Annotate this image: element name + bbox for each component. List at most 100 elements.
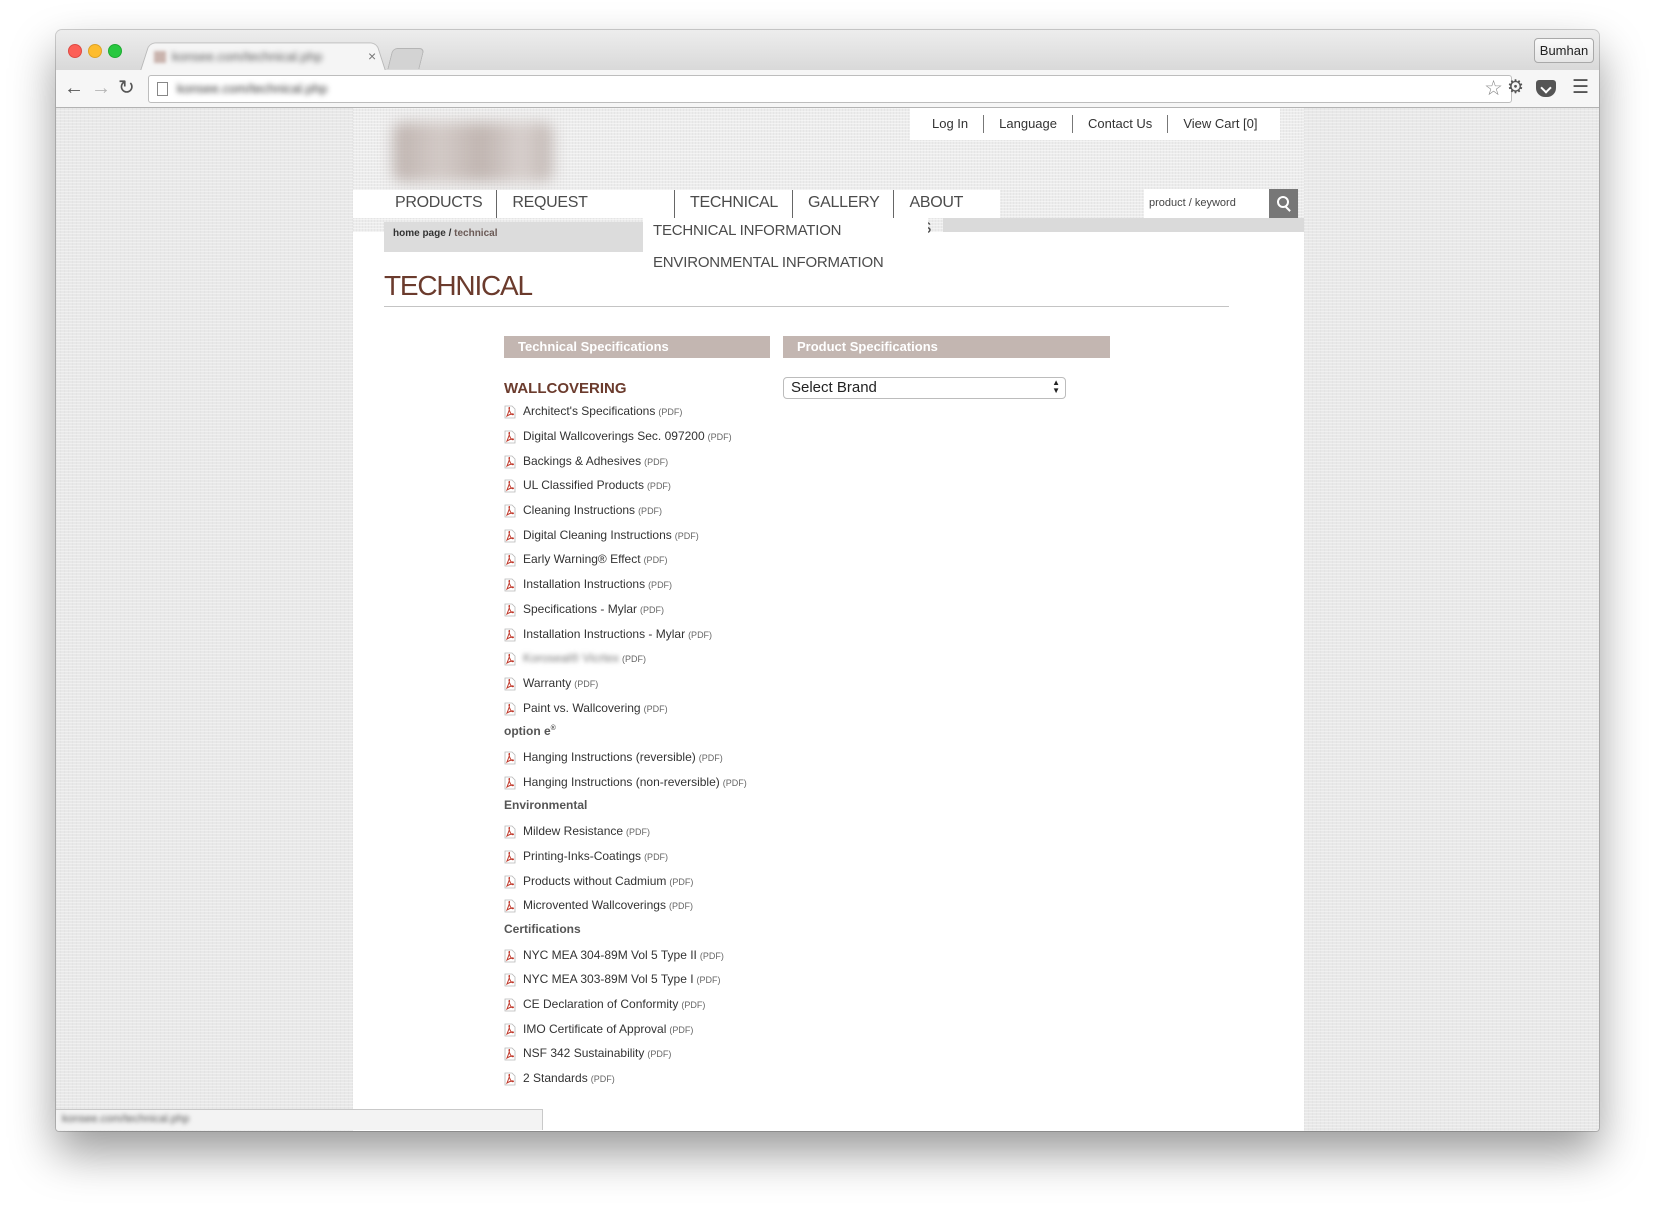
nav-strip — [943, 218, 1304, 232]
pdf-icon — [504, 1023, 516, 1037]
nav-about-us[interactable]: ABOUT US — [893, 190, 1000, 237]
breadcrumb: home page / technical — [384, 222, 644, 252]
doc-name[interactable]: UL Classified Products (PDF) — [523, 478, 671, 492]
doc-name[interactable]: Warranty (PDF) — [523, 676, 598, 690]
doc-name[interactable]: Early Warning® Effect (PDF) — [523, 552, 668, 566]
pdf-icon — [504, 776, 516, 790]
doc-title: IMO Certificate of Approval — [523, 1021, 667, 1036]
browser-tab-content[interactable]: konsee.com/technical.php × — [146, 46, 378, 68]
doc-title: Backings & Adhesives — [523, 453, 642, 468]
product-specifications-header: Product Specifications — [783, 336, 1110, 358]
forward-arrow-icon[interactable]: → — [91, 76, 111, 100]
close-window-button[interactable] — [68, 44, 82, 58]
dropdown-environmental-information[interactable]: ENVIRONMENTAL INFORMATION — [653, 254, 884, 271]
select-brand-value: Select Brand — [791, 379, 877, 396]
doc-name[interactable]: Specifications - Mylar (PDF) — [523, 602, 664, 616]
doc-name[interactable]: NYC MEA 303-89M Vol 5 Type I (PDF) — [523, 972, 721, 986]
contact-link[interactable]: Contact Us — [1072, 115, 1167, 133]
doc-name[interactable]: NSF 342 Sustainability (PDF) — [523, 1046, 671, 1060]
doc-name[interactable]: Koroseal® Vicrtex (PDF) — [523, 651, 646, 665]
doc-title: CE Declaration of Conformity — [523, 997, 679, 1011]
nav-technical[interactable]: TECHNICAL — [674, 190, 792, 218]
pdf-tag: (PDF) — [707, 431, 732, 442]
pdf-icon — [504, 702, 516, 715]
doc-name[interactable]: IMO Certificate of Approval (PDF) — [523, 1022, 693, 1036]
pdf-tag: (PDF) — [646, 481, 671, 492]
doc-name[interactable]: Installation Instructions (PDF) — [523, 577, 672, 591]
back-arrow-icon[interactable]: ← — [64, 76, 84, 100]
pdf-icon — [504, 529, 516, 543]
doc-name[interactable]: Hanging Instructions (reversible) (PDF) — [523, 750, 723, 764]
pdf-icon — [504, 652, 516, 666]
pdf-tag: (PDF) — [648, 580, 673, 591]
nav-gallery[interactable]: GALLERY — [792, 190, 893, 218]
doc-name[interactable]: 2 Standards (PDF) — [523, 1071, 615, 1085]
tab-close-icon[interactable]: × — [368, 48, 376, 64]
pdf-icon — [504, 998, 516, 1012]
pdf-icon — [504, 899, 516, 913]
doc-name[interactable]: Installation Instructions - Mylar (PDF) — [523, 627, 712, 641]
pdf-tag: (PDF) — [674, 530, 699, 541]
pdf-icon — [504, 479, 516, 493]
page-icon — [157, 82, 168, 96]
search-icon[interactable] — [1269, 189, 1298, 218]
doc-name[interactable]: Products without Cadmium (PDF) — [523, 874, 693, 888]
doc-name[interactable]: Cleaning Instructions (PDF) — [523, 503, 662, 517]
doc-title: Specifications - Mylar — [523, 601, 638, 616]
url-text: konsee.com/technical.php — [177, 81, 328, 96]
doc-name[interactable]: Backings & Adhesives (PDF) — [523, 454, 668, 468]
view-cart-link[interactable]: View Cart [0] — [1167, 115, 1272, 133]
doc-name[interactable]: Mildew Resistance (PDF) — [523, 824, 650, 838]
pdf-tag: (PDF) — [688, 629, 713, 640]
doc-title: Printing-Inks-Coatings — [523, 848, 642, 863]
pdf-icon — [504, 751, 516, 765]
doc-name[interactable]: CE Declaration of Conformity (PDF) — [523, 997, 705, 1011]
select-arrows-icon: ▲ ▼ — [1052, 378, 1060, 395]
doc-name[interactable]: Architect's Specifications (PDF) — [523, 404, 682, 418]
select-brand-dropdown[interactable]: Select Brand ▲ ▼ — [783, 377, 1066, 399]
star-icon[interactable]: ☆ — [1484, 76, 1503, 102]
pdf-icon — [504, 430, 516, 444]
page-title: TECHNICAL — [384, 270, 533, 301]
search-box — [1144, 189, 1269, 218]
login-link[interactable]: Log In — [917, 115, 983, 133]
pdf-tag: (PDF) — [622, 654, 646, 665]
reload-icon[interactable]: ↻ — [118, 76, 135, 100]
search-input[interactable] — [1144, 189, 1267, 216]
menu-icon[interactable]: ☰ — [1572, 76, 1589, 100]
doc-name[interactable]: NYC MEA 304-89M Vol 5 Type II (PDF) — [523, 948, 724, 962]
pdf-tag: (PDF) — [638, 506, 663, 516]
minimize-window-button[interactable] — [88, 44, 102, 58]
pdf-tag: (PDF) — [590, 1074, 615, 1085]
doc-title: Mildew Resistance — [523, 824, 624, 839]
doc-title: Cleaning Instructions — [523, 503, 636, 517]
gear-icon[interactable]: ⚙ — [1507, 76, 1524, 100]
pdf-icon — [504, 973, 516, 987]
tab-title: konsee.com/technical.php — [172, 49, 323, 64]
doc-name[interactable]: Microvented Wallcoverings (PDF) — [523, 898, 693, 912]
pdf-icon — [504, 553, 516, 567]
doc-title: Installation Instructions - Mylar — [523, 626, 686, 641]
language-link[interactable]: Language — [983, 115, 1072, 133]
site-logo[interactable] — [393, 122, 553, 182]
doc-title: Products without Cadmium — [523, 873, 667, 888]
breadcrumb-home[interactable]: home page — [393, 228, 446, 239]
profile-button[interactable]: Bumhan — [1534, 38, 1594, 63]
nav-products[interactable]: PRODUCTS — [353, 190, 496, 218]
doc-title: 2 Standards — [523, 1071, 588, 1086]
doc-name[interactable]: Digital Cleaning Instructions (PDF) — [523, 528, 699, 542]
doc-name[interactable]: Printing-Inks-Coatings (PDF) — [523, 849, 668, 863]
address-bar[interactable]: konsee.com/technical.php ☆ — [148, 75, 1512, 103]
zoom-window-button[interactable] — [108, 44, 122, 58]
doc-name[interactable]: Paint vs. Wallcovering (PDF) — [523, 701, 668, 715]
doc-name[interactable]: Hanging Instructions (non-reversible) (PD… — [523, 775, 747, 789]
technical-dropdown: TECHNICAL INFORMATION ENVIRONMENTAL INFO… — [643, 218, 928, 283]
dropdown-technical-information[interactable]: TECHNICAL INFORMATION — [653, 222, 842, 239]
doc-title: Warranty — [523, 675, 572, 690]
pdf-icon — [504, 1072, 516, 1086]
nav-request-samples[interactable]: REQUEST SAMPLES — [496, 190, 674, 237]
new-tab-button[interactable] — [387, 48, 425, 69]
doc-title: NSF 342 Sustainability — [523, 1046, 645, 1061]
doc-name[interactable]: Digital Wallcoverings Sec. 097200 (PDF) — [523, 429, 732, 443]
pocket-icon[interactable] — [1536, 80, 1556, 97]
